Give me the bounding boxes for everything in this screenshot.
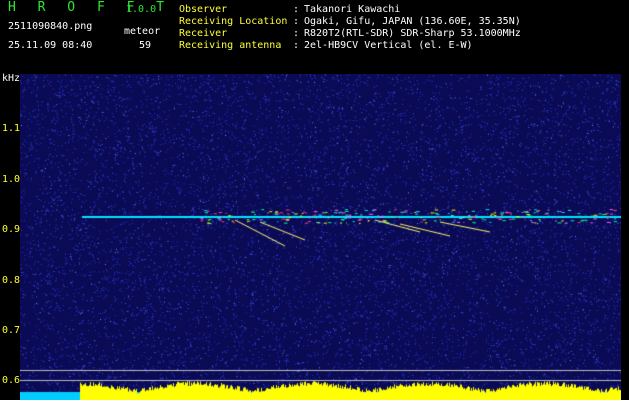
- location-value: Ogaki, Gifu, JAPAN (136.60E, 35.35N): [304, 16, 521, 27]
- location-colon: :: [293, 16, 300, 27]
- y-tick-label: 0.8: [2, 275, 21, 286]
- y-axis-unit: kHz: [2, 73, 21, 84]
- spectrogram-canvas: [20, 74, 621, 400]
- app-version: 1.0.0: [126, 4, 157, 15]
- y-tick-label: 1.0: [2, 174, 21, 185]
- receiver-value: R820T2(RTL-SDR) SDR-Sharp 53.1000MHz: [304, 28, 521, 39]
- header-panel: H R O F F T 1.0.0 2511090840.png 25.11.0…: [0, 0, 629, 70]
- image-filename: 2511090840.png: [8, 21, 93, 32]
- y-tick-label: 0.6: [2, 375, 21, 386]
- spectrogram-plot: [20, 74, 621, 400]
- capture-datetime: 25.11.09 08:40: [8, 40, 93, 51]
- y-tick-label: 0.7: [2, 325, 21, 336]
- receiver-label: Receiver: [179, 28, 228, 39]
- observer-value: Takanori Kawachi: [304, 4, 401, 15]
- observer-colon: :: [293, 4, 300, 15]
- antenna-value: 2el-HB9CV Vertical (el. E-W): [304, 40, 473, 51]
- receiver-colon: :: [293, 28, 300, 39]
- antenna-label: Receiving antenna: [179, 40, 282, 51]
- y-tick-label: 1.1: [2, 123, 21, 134]
- meteor-label: meteor: [124, 26, 161, 37]
- location-label: Receiving Location: [179, 16, 288, 27]
- antenna-colon: :: [293, 40, 300, 51]
- y-tick-label: 0.9: [2, 224, 21, 235]
- observer-label: Observer: [179, 4, 228, 15]
- meteor-count: 59: [139, 40, 152, 51]
